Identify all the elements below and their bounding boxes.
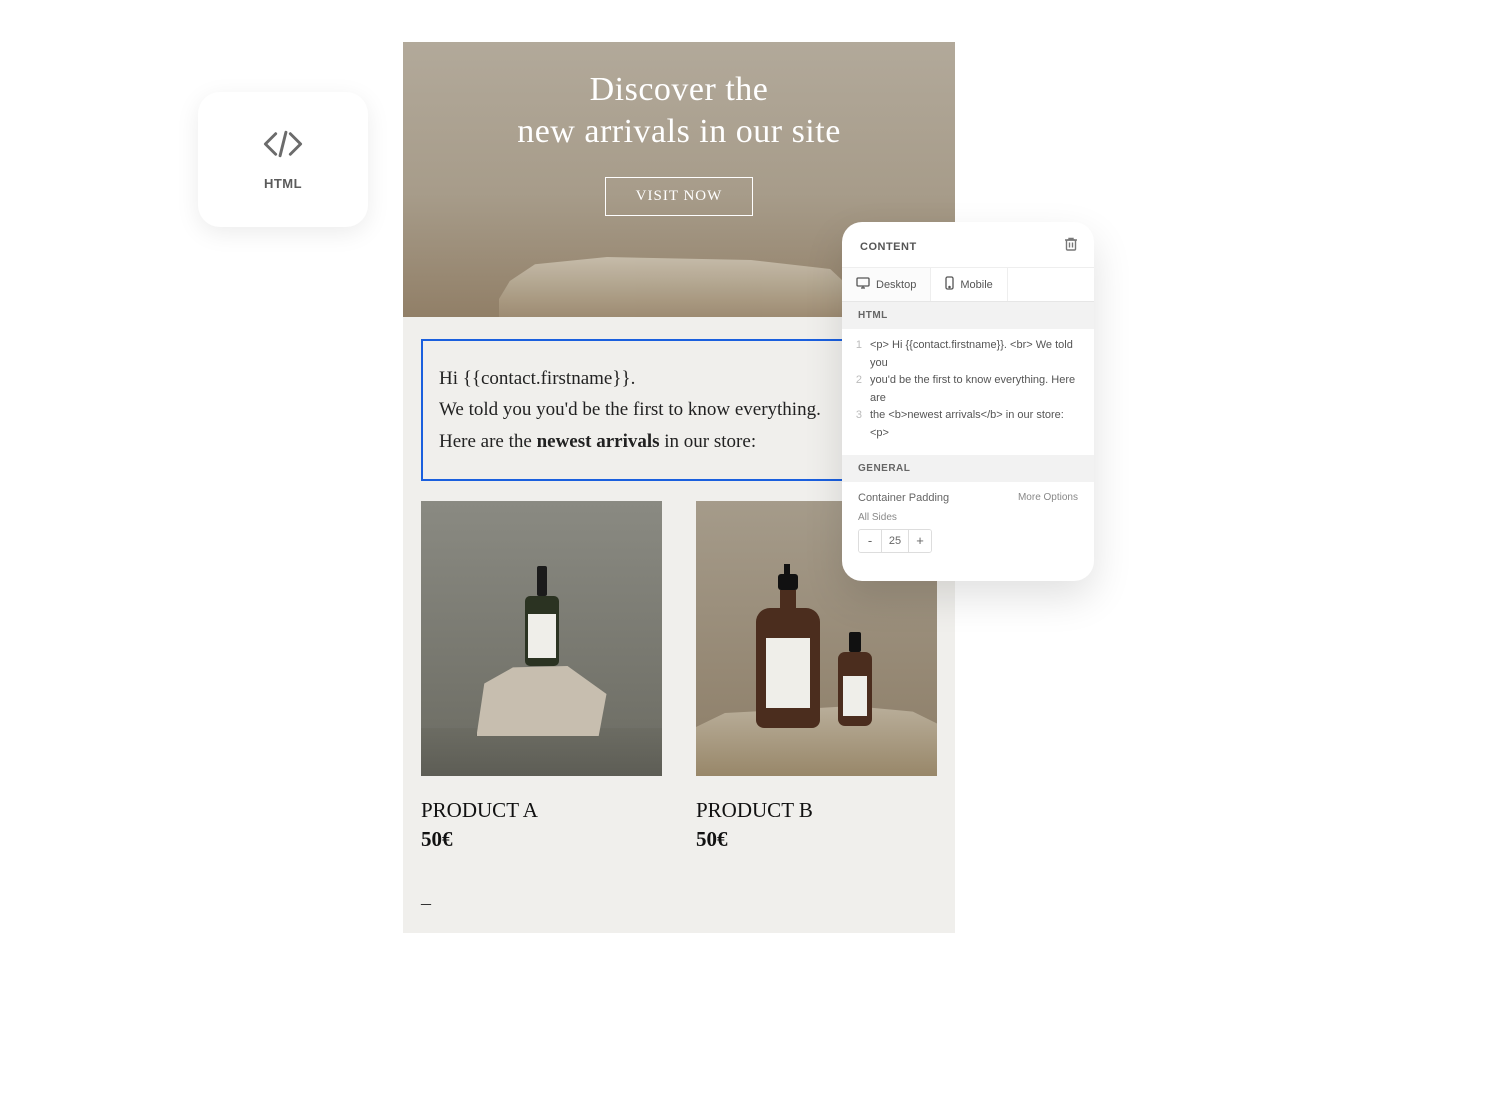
more-options-link[interactable]: More Options [1018, 492, 1078, 503]
desktop-icon [856, 277, 870, 292]
code-line-1: <p> Hi {{contact.firstname}}. <br> We to… [870, 337, 1084, 372]
code-line-3: the <b>newest arrivals</b> in our store:… [870, 407, 1084, 442]
general-section-header: GENERAL [842, 455, 1094, 482]
product-a-name: PRODUCT A [421, 798, 662, 823]
padding-stepper: - 25 + [858, 529, 932, 553]
product-b-price: 50€ [696, 827, 937, 852]
html-code-editor[interactable]: 1<p> Hi {{contact.firstname}}. <br> We t… [842, 329, 1094, 455]
tab-desktop[interactable]: Desktop [842, 268, 931, 301]
hero-title-line2: new arrivals in our site [517, 111, 841, 154]
code-icon [261, 129, 305, 164]
product-a-image [421, 501, 662, 776]
all-sides-label: All Sides [858, 512, 1078, 523]
html-block-label: HTML [264, 176, 302, 191]
product-a-price: 50€ [421, 827, 662, 852]
panel-title: CONTENT [860, 241, 917, 253]
product-b-name: PRODUCT B [696, 798, 937, 823]
hero-rock-image [499, 257, 859, 317]
hero-title: Discover the new arrivals in our site [517, 70, 841, 153]
tab-mobile-label: Mobile [960, 279, 992, 291]
html-block-card[interactable]: HTML [198, 92, 368, 227]
trash-icon[interactable] [1064, 236, 1078, 257]
product-card-a[interactable]: PRODUCT A 50€ [421, 501, 662, 852]
add-content-dash[interactable]: – [403, 892, 955, 933]
content-properties-panel: CONTENT Desktop Mobile HTML [842, 222, 1094, 581]
container-padding-label: Container Padding [858, 492, 949, 504]
visit-now-button[interactable]: VISIT NOW [605, 177, 754, 216]
html-section-header: HTML [842, 302, 1094, 329]
padding-value[interactable]: 25 [881, 530, 909, 552]
padding-increment-button[interactable]: + [909, 530, 931, 552]
tab-desktop-label: Desktop [876, 279, 916, 291]
code-line-2: you'd be the first to know everything. H… [870, 372, 1084, 407]
device-tabs: Desktop Mobile [842, 268, 1094, 302]
padding-decrement-button[interactable]: - [859, 530, 881, 552]
hero-title-line1: Discover the [517, 70, 841, 111]
tab-mobile[interactable]: Mobile [931, 268, 1007, 301]
mobile-icon [945, 276, 954, 293]
